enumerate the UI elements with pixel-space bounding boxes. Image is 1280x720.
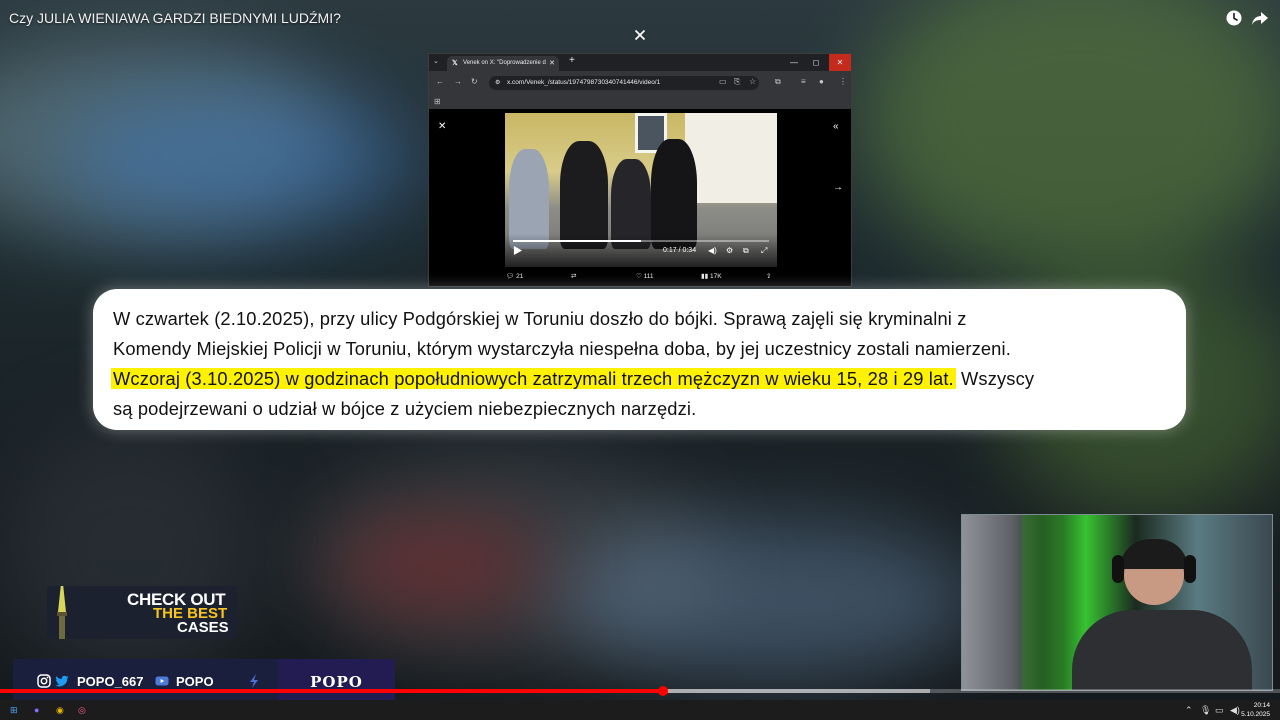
tab-search-icon[interactable]: ⌄ — [433, 57, 439, 65]
discord-icon[interactable]: ● — [34, 705, 39, 715]
reply-button[interactable]: 💬︎ 21 — [506, 272, 523, 280]
new-tab-button[interactable]: + — [569, 55, 575, 66]
views-icon: ▮▮ — [701, 273, 709, 280]
close-icon[interactable] — [631, 26, 649, 44]
tab-title: Venek on X: "Doprowadzenie d — [463, 60, 546, 66]
reply-count: 21 — [516, 273, 524, 280]
video-time: 0:17 / 0:34 — [663, 247, 697, 254]
fullscreen-icon[interactable]: ⤢ — [761, 246, 767, 256]
video-title[interactable]: Czy JULIA WIENIAWA GARDZI BIEDNYMI LUDŹM… — [9, 10, 341, 26]
profile-icon[interactable]: ● — [819, 77, 824, 86]
views-button[interactable]: ▮▮ 17K — [701, 272, 722, 280]
translate-icon[interactable]: ⎘ — [734, 77, 740, 87]
cases-promo-banner[interactable]: CHECK OUT THE BEST CASES — [47, 586, 237, 639]
reading-list-icon[interactable]: ≡ — [801, 77, 806, 86]
tab-close-icon[interactable]: ✕ — [549, 56, 555, 71]
quote-highlight: Wczoraj (3.10.2025) w godzinach popołudn… — [111, 368, 956, 389]
forward-icon[interactable]: → — [454, 77, 462, 86]
app-icon[interactable]: ◎ — [78, 705, 86, 716]
volume-icon[interactable]: ◀) — [708, 246, 717, 255]
twitter-icon — [55, 675, 69, 687]
mic-icon[interactable]: 🎙︎ — [1200, 705, 1211, 716]
twitter-handle: POPO_667 — [77, 674, 144, 689]
collapse-icon[interactable]: « — [833, 121, 839, 132]
browser-tab[interactable]: 𝕏 Venek on X: "Doprowadzenie d ✕ — [447, 56, 559, 71]
watch-later-icon[interactable] — [1225, 9, 1243, 27]
youtube-icon — [155, 676, 169, 686]
promo-line-3: CASES — [177, 619, 229, 636]
play-icon[interactable] — [513, 246, 522, 255]
chrome-icon[interactable]: ◉ — [56, 705, 64, 716]
share-tweet-icon[interactable]: ⇪ — [766, 272, 771, 280]
url-text: x.com/Venek_/status/1974798730340741446/… — [507, 79, 661, 86]
tweet-actions: 💬︎ 21 ⇄ ♡ 111 ▮▮ 17K ⇪ — [429, 267, 851, 286]
windows-start-icon[interactable]: ⊞ — [10, 705, 18, 716]
quote-line-3-rest: Wszyscy — [955, 368, 1035, 389]
cast-icon[interactable]: ▭ — [719, 77, 727, 86]
next-media-icon[interactable]: → — [833, 182, 843, 193]
minimize-button[interactable]: — — [783, 54, 805, 71]
view-count: 17K — [709, 273, 722, 280]
news-quote-box: W czwartek (2.10.2025), przy ulicy Podgó… — [93, 289, 1186, 430]
clock-time: 20:14 — [1253, 702, 1270, 709]
media-close-icon[interactable]: ✕ — [438, 121, 446, 132]
lightning-icon — [250, 674, 258, 688]
network-icon[interactable]: ▭ — [1215, 705, 1224, 716]
extensions-icon[interactable]: ⧉ — [775, 77, 781, 87]
like-icon: ♡ — [636, 273, 642, 280]
knife-icon — [57, 586, 67, 639]
retweet-icon[interactable]: ⇄ — [571, 272, 576, 280]
site-info-icon[interactable]: ⚙ — [495, 76, 500, 90]
like-count: 111 — [643, 273, 654, 280]
browser-window: ⌄ 𝕏 Venek on X: "Doprowadzenie d ✕ + — ◻… — [428, 53, 852, 287]
tab-strip: ⌄ 𝕏 Venek on X: "Doprowadzenie d ✕ + — ◻… — [429, 54, 851, 71]
pip-icon[interactable]: ⧉ — [743, 246, 749, 256]
x-logo-icon: 𝕏 — [452, 60, 458, 67]
volume-tray-icon[interactable]: ◀) — [1230, 705, 1240, 716]
quote-line-3: Wczoraj (3.10.2025) w godzinach popołudn… — [111, 368, 1035, 390]
window-close-button[interactable]: ✕ — [829, 54, 851, 71]
quote-line-2: Komendy Miejskiej Policji w Toruniu, któ… — [113, 338, 1011, 359]
taskbar-clock[interactable]: 20:14 5.10.2025 — [1241, 701, 1270, 719]
video-seek-bar[interactable] — [0, 686, 1280, 696]
socials-bar: POPO_667 POPO POPO — [13, 659, 395, 705]
menu-icon[interactable]: ⋮ — [839, 77, 847, 86]
quote-line-4: są podejrzewani o udział w bójce z użyci… — [113, 398, 697, 419]
bookmarks-bar: ⊞ — [429, 95, 851, 109]
video-controls: 0:17 / 0:34 ◀) ⚙ ⧉ ⤢ — [505, 234, 777, 267]
channel-brand: POPO — [278, 659, 395, 705]
bookmark-star-icon[interactable]: ☆ — [749, 77, 756, 86]
reload-icon[interactable]: ↻ — [471, 77, 478, 86]
back-icon[interactable]: ← — [436, 77, 444, 86]
webcam-feed — [961, 514, 1273, 691]
quote-line-1: W czwartek (2.10.2025), przy ulicy Podgó… — [113, 308, 967, 329]
seek-handle[interactable] — [658, 686, 668, 696]
like-button[interactable]: ♡ 111 — [636, 272, 654, 280]
maximize-button[interactable]: ◻ — [805, 54, 827, 71]
reply-icon: 💬︎ — [506, 273, 515, 280]
clock-date: 5.10.2025 — [1241, 711, 1270, 718]
browser-toolbar: ← → ↻ ⚙ x.com/Venek_/status/197479873034… — [429, 71, 851, 95]
instagram-icon — [37, 674, 51, 688]
share-icon[interactable] — [1251, 9, 1269, 27]
tray-expand-icon[interactable]: ⌃ — [1185, 705, 1193, 716]
windows-taskbar: ⊞ ● ◉ ◎ ⌃ 🎙︎ ▭ ◀) 20:14 5.10.2025 — [0, 700, 1280, 720]
settings-icon[interactable]: ⚙ — [726, 246, 733, 255]
tweet-video-progress[interactable] — [513, 240, 769, 242]
apps-grid-icon[interactable]: ⊞ — [434, 97, 441, 106]
youtube-handle: POPO — [176, 674, 214, 689]
